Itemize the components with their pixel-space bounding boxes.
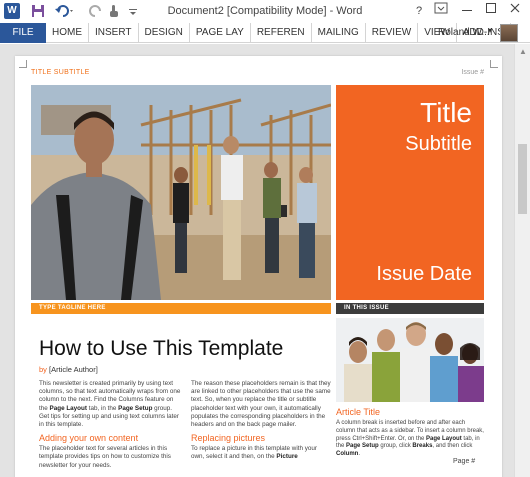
- header-issue-number[interactable]: Issue #: [461, 69, 484, 76]
- document-page[interactable]: TITLE SUBTITLE Issue # Title Subtitle Is…: [15, 56, 502, 477]
- in-this-issue-bar[interactable]: IN THIS ISSUE: [336, 303, 484, 314]
- article-heading[interactable]: How to Use This Template: [39, 337, 283, 361]
- user-menu-chevron-icon[interactable]: ▾: [488, 26, 492, 35]
- sidebar-article-text[interactable]: A column break is inserted before and af…: [336, 420, 484, 459]
- scroll-up-icon[interactable]: ▲: [519, 47, 527, 56]
- crop-mark: [490, 60, 498, 68]
- ribbon-display-options-icon[interactable]: [430, 2, 452, 20]
- tab-home[interactable]: HOME: [46, 22, 89, 43]
- column-1-paragraph-2: The placeholder text for several article…: [39, 445, 171, 469]
- subheading-replacing-pictures: Replacing pictures: [191, 433, 266, 444]
- sidebar-article-title[interactable]: Article Title: [336, 407, 380, 417]
- title-bar: W Document2 [Compatibility Mode] - Word …: [0, 0, 530, 23]
- avatar[interactable]: [500, 24, 518, 42]
- newsletter-title[interactable]: Title: [420, 97, 472, 129]
- tagline-bar[interactable]: TYPE TAGLINE HERE: [31, 303, 331, 314]
- byline-author[interactable]: [Article Author]: [49, 365, 98, 374]
- newsletter-subtitle[interactable]: Subtitle: [405, 133, 472, 156]
- article-column-2[interactable]: The reason these placeholders remain is …: [191, 380, 331, 462]
- user-name[interactable]: Roland W...: [438, 27, 490, 38]
- tab-design[interactable]: DESIGN: [139, 22, 190, 43]
- masthead-title-block[interactable]: Title Subtitle Issue Date: [336, 85, 484, 300]
- help-icon[interactable]: ?: [408, 2, 430, 20]
- document-area: TITLE SUBTITLE Issue # Title Subtitle Is…: [0, 44, 530, 477]
- scrollbar-thumb[interactable]: [518, 144, 527, 214]
- byline-by: by: [39, 365, 47, 374]
- tab-file[interactable]: FILE: [0, 22, 46, 43]
- maximize-icon[interactable]: [480, 2, 502, 20]
- minimize-icon[interactable]: [456, 2, 478, 20]
- article-byline[interactable]: by [Article Author]: [39, 365, 98, 374]
- tab-references[interactable]: REFEREN: [251, 22, 312, 43]
- tab-page-layout[interactable]: PAGE LAY: [190, 22, 251, 43]
- tab-review[interactable]: REVIEW: [366, 22, 419, 43]
- column-2-paragraph: The reason these placeholders remain is …: [191, 380, 331, 429]
- tab-mailings[interactable]: MAILING: [312, 22, 366, 43]
- crop-mark: [19, 60, 27, 68]
- column-1-paragraph: This newsletter is created primarily by …: [39, 380, 181, 429]
- masthead-photo[interactable]: [31, 85, 331, 300]
- subheading-adding-content: Adding your own content: [39, 433, 139, 444]
- close-icon[interactable]: [504, 2, 526, 20]
- column-2-paragraph-2: To replace a picture in this template wi…: [191, 445, 317, 461]
- sidebar-photo[interactable]: [336, 318, 484, 402]
- tab-insert[interactable]: INSERT: [89, 22, 139, 43]
- issue-date[interactable]: Issue Date: [376, 263, 472, 286]
- header-title-subtitle[interactable]: TITLE SUBTITLE: [31, 69, 90, 76]
- page-number[interactable]: Page #: [453, 458, 475, 465]
- article-column-1[interactable]: This newsletter is created primarily by …: [39, 380, 183, 470]
- vertical-scrollbar[interactable]: ▲: [514, 44, 530, 477]
